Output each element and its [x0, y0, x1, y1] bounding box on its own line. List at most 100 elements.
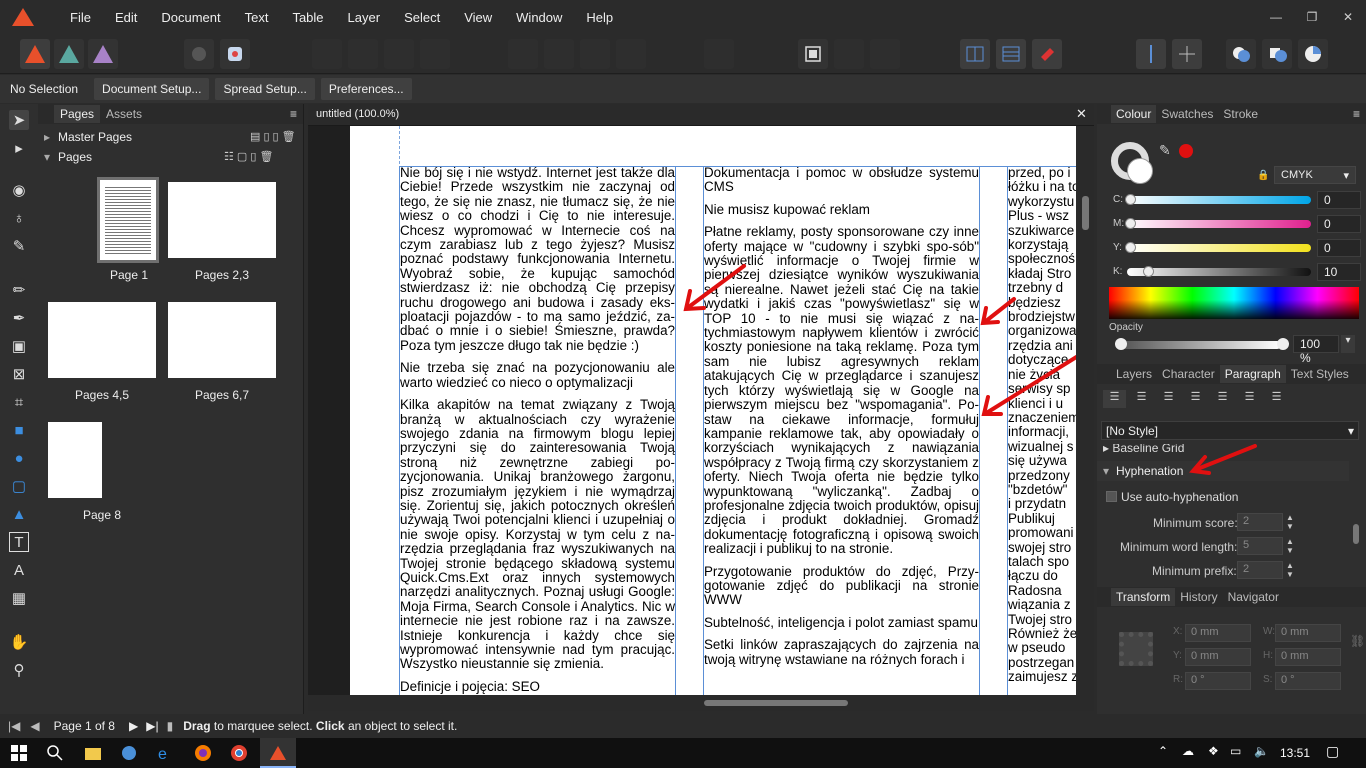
link-icon[interactable]: ⛓	[1350, 634, 1365, 648]
boolean-subtract-button[interactable]	[1262, 39, 1292, 69]
arrange-button-3[interactable]	[384, 39, 414, 69]
rounded-rectangle-tool-icon[interactable]: ▢	[9, 476, 29, 496]
eyedropper-icon[interactable]: ✎	[1159, 142, 1171, 159]
windows-start-icon[interactable]	[10, 744, 28, 762]
current-color-swatch[interactable]	[1179, 144, 1193, 158]
chevron-up-icon[interactable]: ⌃	[1158, 744, 1168, 758]
justify-left-icon[interactable]: ☰	[1184, 390, 1207, 408]
opacity-slider[interactable]	[1121, 341, 1281, 349]
photo-persona-button[interactable]	[54, 39, 84, 69]
tab-paragraph[interactable]: Paragraph	[1219, 365, 1286, 383]
baseline-grid-section[interactable]: ▸ Baseline Grid	[1103, 444, 1184, 455]
stepper-icon[interactable]: ▲ ▼	[1286, 561, 1294, 579]
crop-tool-icon[interactable]: ⌗	[9, 392, 29, 412]
menu-document[interactable]: Document	[149, 10, 232, 25]
channel-value-input[interactable]: 10	[1317, 263, 1361, 281]
tab-navigator[interactable]: Navigator	[1223, 588, 1284, 606]
chrome-icon[interactable]	[230, 744, 248, 762]
rotate-button[interactable]	[1136, 39, 1166, 69]
page-actions-icon[interactable]: ☷ ▢ ▯ 🗑	[224, 150, 273, 163]
channel-slider-handle[interactable]	[1125, 218, 1136, 229]
boolean-intersect-button[interactable]	[1298, 39, 1328, 69]
tab-layers[interactable]: Layers	[1111, 365, 1157, 383]
align-left-icon[interactable]: ☰	[1103, 390, 1126, 408]
tab-assets[interactable]: Assets	[100, 105, 148, 123]
opacity-value[interactable]: 100 %	[1293, 335, 1339, 365]
align-button-4[interactable]	[616, 39, 646, 69]
horizontal-scroll-thumb[interactable]	[704, 700, 848, 706]
lock-icon[interactable]: 🔒	[1257, 170, 1269, 181]
column-guides-button[interactable]	[960, 39, 990, 69]
artistic-text-select-tool-icon[interactable]: ▸	[9, 138, 29, 158]
ellipse-tool-icon[interactable]: ●	[9, 448, 29, 468]
align-button-1[interactable]	[508, 39, 538, 69]
rectangle-tool-icon[interactable]: ■	[9, 420, 29, 440]
spread-setup-button[interactable]: Spread Setup...	[215, 78, 315, 100]
paragraph-scrollbar[interactable]	[1353, 452, 1361, 574]
triangle-tool-icon[interactable]: ▲	[9, 504, 29, 524]
fill-swatch[interactable]	[1127, 158, 1153, 184]
colour-spectrum[interactable]	[1109, 287, 1359, 319]
designer-persona-button[interactable]	[88, 39, 118, 69]
align-button-3[interactable]	[580, 39, 610, 69]
menu-edit[interactable]: Edit	[103, 10, 149, 25]
pen-tool-icon[interactable]: ✒	[9, 308, 29, 328]
menu-view[interactable]: View	[452, 10, 504, 25]
text-frame-button[interactable]	[798, 39, 828, 69]
previous-page-icon[interactable]: ◀	[30, 719, 39, 733]
arrange-button-1[interactable]	[312, 39, 342, 69]
app-icon[interactable]	[120, 744, 138, 762]
snapping-button[interactable]	[1032, 39, 1062, 69]
page-spread[interactable]: Nie bój się i nie wstydź. Internet jest …	[350, 126, 1076, 695]
tab-stroke[interactable]: Stroke	[1218, 105, 1263, 123]
channel-value-input[interactable]: 0	[1317, 215, 1361, 233]
frame-tool-icon[interactable]: ⊠	[9, 364, 29, 384]
next-page-icon[interactable]: ▶	[129, 719, 138, 733]
boolean-add-button[interactable]	[1226, 39, 1256, 69]
onedrive-icon[interactable]: ☁	[1182, 744, 1194, 758]
first-page-icon[interactable]: |◀	[8, 719, 20, 733]
page-8-thumbnail[interactable]	[48, 422, 102, 498]
hyphenation-section-header[interactable]: ▾ Hyphenation	[1097, 461, 1349, 481]
color-picker-wheel-icon[interactable]: ◉	[9, 180, 29, 200]
close-window-button[interactable]: ✕	[1330, 10, 1366, 24]
horizontal-scrollbar[interactable]	[308, 695, 1094, 711]
paragraph-scroll-thumb[interactable]	[1353, 524, 1359, 544]
restore-button[interactable]: ❐	[1294, 10, 1330, 24]
distribute-button[interactable]	[704, 39, 734, 69]
panel-menu-icon[interactable]: ≡	[290, 107, 297, 121]
channel-value-input[interactable]: 0	[1317, 191, 1361, 209]
page-1-thumbnail[interactable]	[97, 177, 159, 263]
align-button-2[interactable]	[544, 39, 574, 69]
tab-colour[interactable]: Colour	[1111, 105, 1157, 123]
action-center-icon[interactable]: ▢	[1326, 743, 1339, 760]
taskbar-publisher-app[interactable]	[260, 738, 296, 768]
vertical-scrollbar[interactable]	[1078, 126, 1094, 695]
transform-field-input[interactable]: 0 mm	[1185, 648, 1251, 666]
paragraph-style-select[interactable]: [No Style] ▾	[1101, 421, 1359, 440]
document-tab[interactable]: untitled (100.0%) ✕	[308, 104, 1094, 126]
pages-4-5-thumbnail[interactable]	[48, 302, 156, 378]
tab-text-styles[interactable]: Text Styles	[1286, 365, 1354, 383]
menu-help[interactable]: Help	[574, 10, 625, 25]
tab-history[interactable]: History	[1175, 588, 1222, 606]
minimum-prefix-input[interactable]: 2	[1237, 561, 1283, 579]
transform-origin-button[interactable]	[1172, 39, 1202, 69]
text-frame-column-2[interactable]: Dokumentacja i pomoc w obsłudze systemu …	[704, 166, 979, 695]
master-pages-chevron-icon[interactable]: ▸	[44, 130, 50, 144]
transform-field-input[interactable]: 0 °	[1185, 672, 1251, 690]
artistic-text-tool-icon[interactable]: A	[9, 560, 29, 580]
eyedropper-icon[interactable]: ✎	[9, 236, 29, 256]
text-frame-column-3[interactable]: przed, po i łóżku i na to wykorzystu Plus -…	[1008, 166, 1076, 695]
pages-icon[interactable]: ▮	[167, 719, 174, 733]
pencil-tool-icon[interactable]: ✏	[9, 280, 29, 300]
last-page-icon[interactable]: ▶|	[146, 719, 158, 733]
pages-6-7-thumbnail[interactable]	[168, 302, 276, 378]
dropbox-icon[interactable]: ❖	[1208, 744, 1219, 758]
channel-slider[interactable]	[1127, 220, 1311, 228]
tab-swatches[interactable]: Swatches	[1156, 105, 1218, 123]
transform-field-input[interactable]: 0 mm	[1275, 624, 1341, 642]
clock[interactable]: 13:51	[1280, 746, 1310, 760]
align-center-icon[interactable]: ☰	[1130, 390, 1153, 408]
tab-character[interactable]: Character	[1157, 365, 1220, 383]
